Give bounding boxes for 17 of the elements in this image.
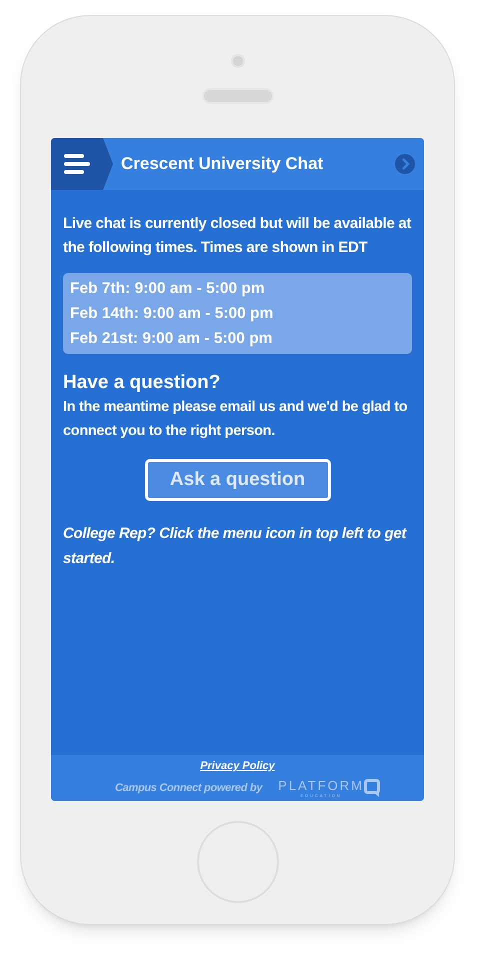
logo-mark-icon (364, 779, 380, 797)
logo-text: PLATFORM (278, 778, 364, 792)
schedule-item: Feb 21st: 9:00 am - 5:00 pm (70, 329, 274, 349)
camera-icon (230, 54, 244, 68)
question-text: In the meantime please email us and we'd be glad to connect you to the right person. (63, 398, 408, 441)
schedule-item: Feb 7th: 9:00 am - 5:00 pm (70, 279, 266, 299)
header-chevron (103, 138, 113, 190)
rep-note: College Rep? Click the menu icon in top left to get started. (63, 524, 408, 569)
powered-by-text: Campus Connect powered by (115, 780, 262, 796)
menu-icon (64, 153, 90, 175)
ask-question-button[interactable]: Ask a question (144, 459, 330, 501)
question-heading: Have a question? (63, 371, 222, 395)
privacy-policy-link[interactable]: Privacy Policy (200, 758, 275, 774)
window-title: Crescent University Chat (121, 153, 324, 176)
chevron-right-icon[interactable] (395, 154, 415, 174)
schedule-item: Feb 14th: 9:00 am - 5:00 pm (70, 304, 274, 324)
notice-text: Live chat is currently closed but will be available at the following times. Times are shown in EDT (63, 214, 412, 258)
